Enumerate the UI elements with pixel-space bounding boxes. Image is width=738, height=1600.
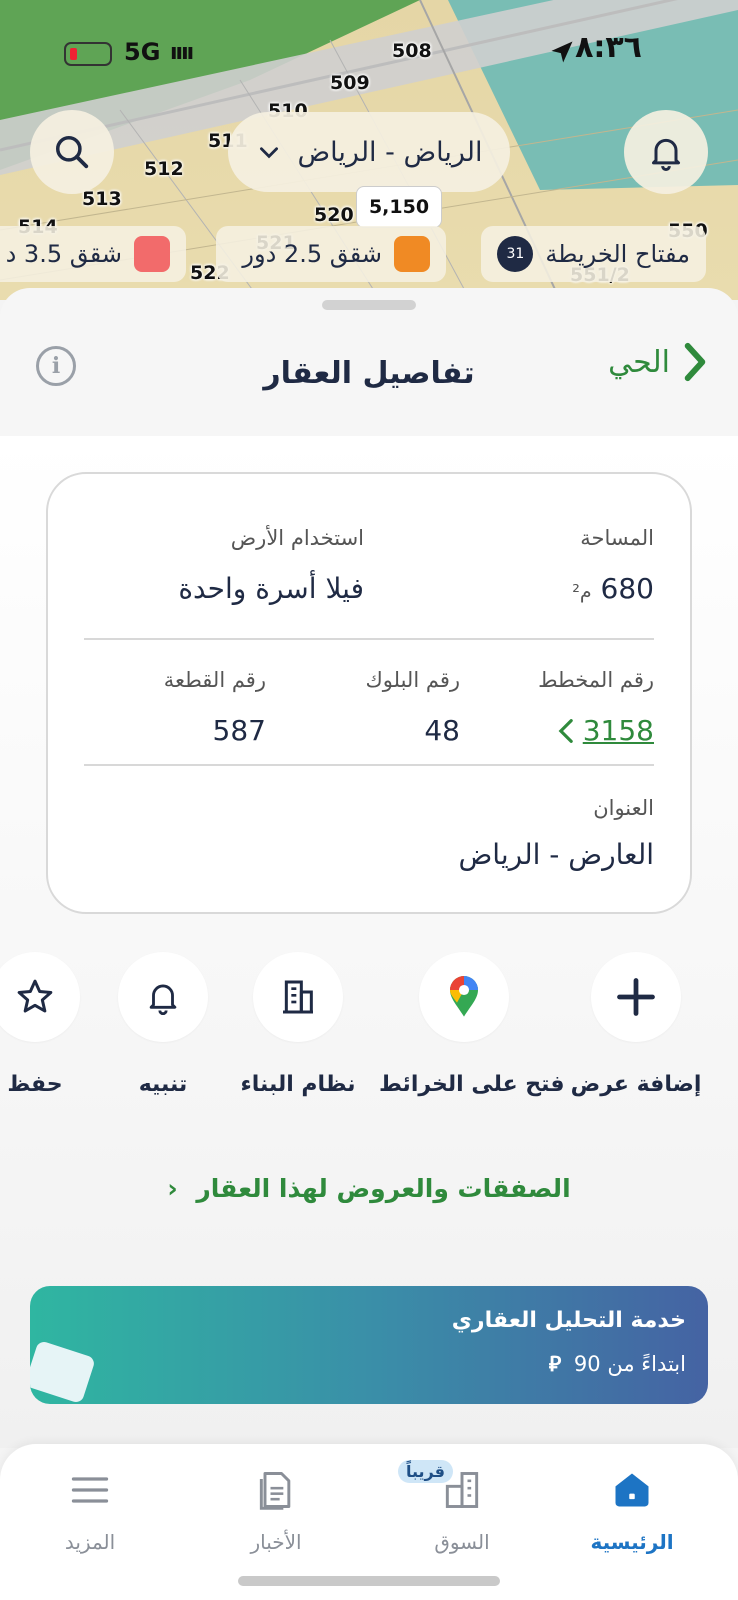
chevron-left-icon bbox=[558, 718, 573, 743]
area-value: 680 م² bbox=[572, 572, 654, 605]
nav-item-news[interactable]: الأخبار bbox=[206, 1464, 346, 1554]
save-button[interactable]: حفظ bbox=[0, 952, 120, 1097]
action-label: حفظ bbox=[7, 1072, 63, 1097]
signal-icon: ıııı bbox=[170, 40, 194, 65]
block-number-label: رقم البلوك bbox=[365, 668, 460, 692]
nav-icon-wrap bbox=[206, 1464, 346, 1516]
divider bbox=[84, 638, 654, 640]
add-offer-button[interactable]: إضافة عرض bbox=[551, 952, 721, 1097]
notifications-button[interactable] bbox=[624, 110, 708, 194]
area-unit: م² bbox=[572, 581, 592, 603]
property-sheet: تفاصيل العقار الحي i المساحة 680 م² استخ… bbox=[0, 288, 738, 1448]
map-key-count: 31 bbox=[497, 236, 534, 272]
map-view[interactable]: 508 509 510 511 512 513 514 520 521 522 … bbox=[0, 0, 738, 300]
nav-item-home[interactable]: الرئيسية bbox=[562, 1464, 702, 1554]
nav-label: المزيد bbox=[64, 1530, 116, 1554]
deals-offers-link[interactable]: الصفقات والعروض لهذا العقار ‹ bbox=[0, 1174, 738, 1203]
chevron-down-icon bbox=[259, 147, 278, 159]
action-label: فتح على الخرائط bbox=[379, 1072, 565, 1097]
plot-number: 520 bbox=[314, 204, 354, 226]
action-circle bbox=[0, 952, 80, 1042]
plot-number-value: 587 bbox=[212, 714, 266, 747]
sheet-grabber[interactable] bbox=[322, 300, 416, 310]
map-search-button[interactable] bbox=[30, 110, 114, 194]
nav-item-more[interactable]: المزيد bbox=[20, 1464, 160, 1554]
news-icon bbox=[259, 1472, 291, 1510]
status-bar: 5G ıııı ٨:٣٦ bbox=[0, 0, 738, 100]
riyal-icon: ⃁ bbox=[548, 1352, 562, 1376]
info-icon: i bbox=[51, 353, 61, 379]
coming-soon-badge: قريباً bbox=[398, 1460, 453, 1483]
network-type: 5G bbox=[124, 38, 161, 66]
back-label: الحي bbox=[608, 344, 670, 380]
home-icon bbox=[615, 1473, 649, 1507]
address-value: العارض - الرياض bbox=[458, 838, 654, 871]
land-use-value: فيلا أسرة واحدة bbox=[178, 572, 364, 605]
nav-icon-wrap bbox=[562, 1464, 702, 1516]
quick-actions: إضافة عرض فتح على الخرائط نظام البناء تن… bbox=[0, 952, 738, 1112]
deals-offers-label: الصفقات والعروض لهذا العقار bbox=[196, 1174, 571, 1203]
promo-illustration bbox=[30, 1339, 96, 1404]
area-number: 680 bbox=[600, 572, 654, 605]
city-select-value: الرياض - الرياض bbox=[297, 136, 483, 168]
legend-chip[interactable]: شقق 3.5 د bbox=[0, 226, 186, 282]
bell-icon bbox=[149, 984, 177, 1015]
property-details-card: المساحة 680 م² استخدام الأرض فيلا أسرة و… bbox=[46, 472, 692, 914]
location-arrow-icon bbox=[551, 41, 573, 63]
legend-chip-label: شقق 2.5 دور bbox=[242, 240, 382, 268]
star-icon bbox=[17, 979, 53, 1013]
address-label: العنوان bbox=[593, 796, 654, 820]
price-tag[interactable]: 5,150 bbox=[356, 186, 442, 228]
block-number-value: 48 bbox=[424, 714, 460, 747]
action-circle bbox=[118, 952, 208, 1042]
promo-title: خدمة التحليل العقاري bbox=[451, 1308, 686, 1333]
status-time: ٨:٣٦ bbox=[575, 30, 642, 65]
plot-number: 512 bbox=[144, 158, 184, 180]
action-circle bbox=[253, 952, 343, 1042]
promo-banner[interactable]: خدمة التحليل العقاري ابتداءً من 90 ⃁ bbox=[30, 1286, 708, 1404]
chevron-left-icon: ‹ bbox=[167, 1174, 178, 1203]
legend-swatch bbox=[134, 236, 170, 272]
land-use-label: استخدام الأرض bbox=[230, 526, 364, 550]
map-pin-icon bbox=[450, 976, 478, 1017]
action-label: إضافة عرض bbox=[570, 1072, 702, 1097]
map-key-button[interactable]: مفتاح الخريطة 31 bbox=[481, 226, 706, 282]
chevron-right-icon bbox=[684, 342, 706, 382]
nav-item-market[interactable]: قريباً السوق bbox=[392, 1460, 532, 1554]
area-label: المساحة bbox=[580, 526, 654, 550]
city-select[interactable]: الرياض - الرياض bbox=[228, 112, 510, 192]
action-circle bbox=[419, 952, 509, 1042]
menu-icon bbox=[71, 1477, 109, 1503]
promo-price: ابتداءً من 90 bbox=[573, 1352, 686, 1376]
plan-number-label: رقم المخطط bbox=[538, 668, 654, 692]
search-icon bbox=[56, 136, 89, 169]
open-in-maps-button[interactable]: فتح على الخرائط bbox=[379, 952, 565, 1097]
page-title: تفاصيل العقار bbox=[263, 355, 475, 391]
nav-label: الأخبار bbox=[250, 1530, 302, 1554]
sheet-body: المساحة 680 م² استخدام الأرض فيلا أسرة و… bbox=[0, 436, 738, 1448]
plan-number-link[interactable]: 3158 bbox=[557, 714, 654, 747]
nav-icon-wrap bbox=[20, 1464, 160, 1516]
nav-label: الرئيسية bbox=[590, 1530, 674, 1554]
nav-icon-wrap: قريباً bbox=[392, 1460, 532, 1516]
legend-swatch bbox=[394, 236, 430, 272]
plus-icon bbox=[617, 978, 655, 1016]
promo-subtitle: ابتداءً من 90 ⃁ bbox=[549, 1350, 686, 1377]
back-button[interactable]: الحي bbox=[608, 340, 710, 384]
legend-chip[interactable]: شقق 2.5 دور bbox=[216, 226, 446, 282]
map-key-label: مفتاح الخريطة bbox=[545, 240, 690, 268]
info-button[interactable]: i bbox=[36, 346, 76, 386]
divider bbox=[84, 764, 654, 766]
action-circle bbox=[591, 952, 681, 1042]
bell-icon bbox=[652, 138, 680, 171]
nav-label: السوق bbox=[434, 1530, 490, 1554]
plot-number-label: رقم القطعة bbox=[163, 668, 266, 692]
plot-number: 513 bbox=[82, 188, 122, 210]
legend-chip-label: شقق 3.5 د bbox=[5, 240, 122, 268]
plan-number-value: 3158 bbox=[582, 714, 654, 747]
building-icon bbox=[283, 980, 313, 1014]
home-indicator bbox=[238, 1576, 500, 1586]
battery-icon bbox=[64, 42, 112, 66]
